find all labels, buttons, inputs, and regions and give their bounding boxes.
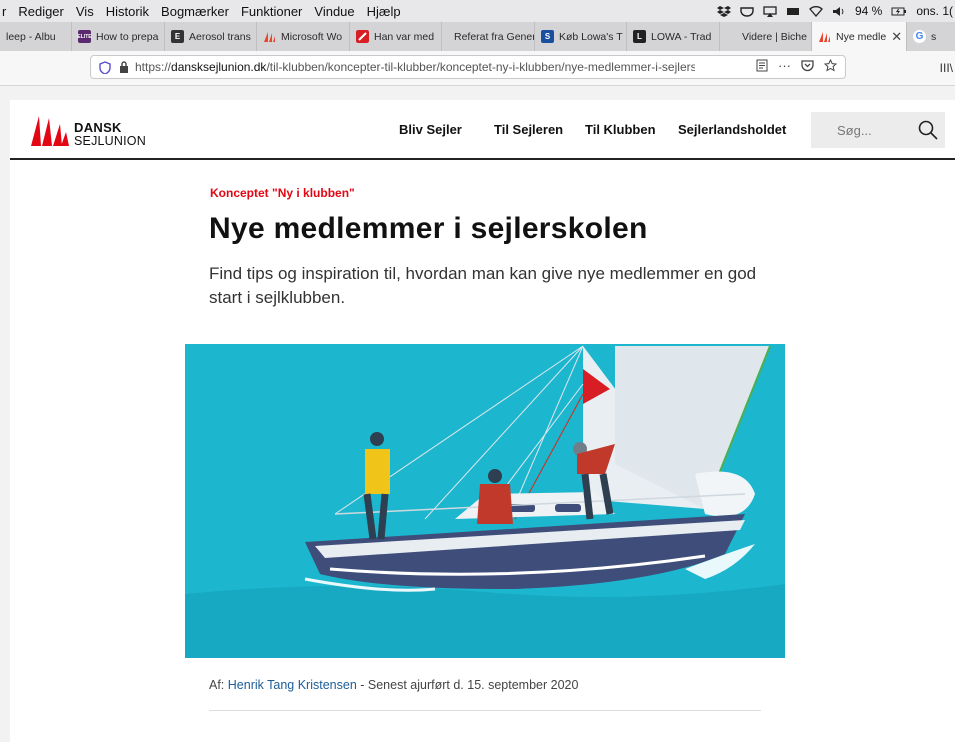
tab-label: LOWA - Trad (651, 30, 712, 43)
pocket-save-icon[interactable] (801, 59, 814, 72)
browser-tab[interactable]: S Køb Lowa's T (535, 22, 627, 51)
nav-til-sejleren[interactable]: Til Sejleren (494, 100, 563, 158)
display-icon[interactable] (786, 6, 800, 17)
article-kicker[interactable]: Konceptet "Ny i klubben" (210, 186, 355, 200)
close-tab-icon[interactable]: ✕ (891, 29, 902, 45)
volume-icon[interactable] (832, 6, 846, 17)
article-byline: Af: Henrik Tang Kristensen - Senest ajur… (209, 678, 578, 692)
tab-label: Aerosol trans (189, 30, 251, 43)
browser-tab[interactable]: Referat fra Gener (442, 22, 535, 51)
logo-line1: DANSK (74, 120, 122, 135)
divider (209, 710, 761, 711)
battery-icon[interactable] (891, 6, 907, 17)
google-favicon-icon: G (913, 30, 926, 43)
nav-sejlerlandsholdet[interactable]: Sejlerlandsholdet (678, 100, 786, 158)
clock[interactable]: ons. 1( (916, 4, 953, 18)
tab-label: Nye medle (836, 30, 887, 43)
menu-item-view[interactable]: Vis (76, 4, 94, 19)
airplay-icon[interactable] (763, 5, 777, 17)
site-search-input[interactable]: Søg... (811, 112, 945, 148)
article: Konceptet "Ny i klubben" Nye medlemmer i… (10, 160, 955, 742)
bookmark-star-icon[interactable] (824, 59, 837, 72)
menu-item-app[interactable]: r (2, 4, 6, 19)
hero-sailboat-image (185, 344, 785, 658)
pocket-icon[interactable] (740, 6, 754, 17)
tab-label: How to prepa (96, 30, 159, 43)
elite-favicon-icon: ELITE (77, 30, 92, 43)
page-actions-icon[interactable]: ··· (778, 58, 791, 73)
site-header: DANSK SEJLUNION Bliv Sejler Til Sejleren… (10, 100, 955, 160)
sails-logo-icon (31, 116, 69, 146)
menu-item-history[interactable]: Historik (106, 4, 149, 19)
s-favicon-icon: S (541, 30, 554, 43)
battery-percent: 94 % (854, 4, 883, 18)
menu-item-window[interactable]: Vindue (314, 4, 354, 19)
browser-tab[interactable]: G s (907, 22, 949, 51)
nav-til-klubben[interactable]: Til Klubben (585, 100, 656, 158)
article-lede: Find tips og inspiration til, hvordan ma… (209, 264, 757, 307)
menu-item-bookmarks[interactable]: Bogmærker (161, 4, 229, 19)
library-icon[interactable]: III\ (940, 61, 953, 75)
page-title: Nye medlemmer i sejlerskolen (209, 212, 648, 245)
lock-icon[interactable] (119, 61, 129, 73)
search-placeholder: Søg... (837, 122, 872, 138)
menu-item-help[interactable]: Hjælp (367, 4, 401, 19)
os-menu-bar: r Rediger Vis Historik Bogmærker Funktio… (0, 0, 955, 22)
url-domain: dansksejlunion.dk (171, 60, 267, 74)
tab-label: Han var med (374, 30, 435, 43)
l-favicon-icon: L (633, 30, 646, 43)
tab-label: Microsoft Wo (281, 30, 343, 43)
address-bar-actions: ··· (756, 58, 837, 73)
shield-icon[interactable] (99, 60, 111, 74)
byline-prefix: Af: (209, 678, 228, 692)
menu-item-tools[interactable]: Funktioner (241, 4, 302, 19)
status-tray: 94 % ons. 1( (716, 0, 955, 22)
browser-tab[interactable]: Han var med (350, 22, 442, 51)
logo-line2: SEJLUNION (74, 134, 146, 148)
address-bar[interactable]: https://dansksejlunion.dk/til-klubben/ko… (90, 55, 846, 79)
tab-label: leep - Albu (6, 30, 56, 43)
browser-tab[interactable]: E Aerosol trans (165, 22, 257, 51)
sails-favicon-icon (264, 32, 275, 42)
browser-tab-active[interactable]: Nye medle ✕ (812, 22, 907, 51)
wifi-icon[interactable] (809, 5, 823, 17)
url-path: /til-klubben/koncepter-til-klubber/konce… (266, 60, 695, 74)
search-icon[interactable] (917, 119, 939, 141)
browser-tab[interactable]: Videre | Biche (720, 22, 812, 51)
menu-item-edit[interactable]: Rediger (18, 4, 64, 19)
browser-tab[interactable]: L LOWA - Trad (627, 22, 720, 51)
tab-label: Videre | Biche (742, 30, 807, 43)
browser-tab-strip: leep - Albu ELITE How to prepa E Aerosol… (0, 22, 955, 52)
tab-label: Referat fra Gener (454, 30, 535, 43)
browser-toolbar: https://dansksejlunion.dk/til-klubben/ko… (0, 51, 955, 86)
sails-favicon-icon (819, 32, 830, 42)
e-favicon-icon: E (171, 30, 184, 43)
reader-view-icon[interactable] (756, 59, 768, 72)
byline-date: - Senest ajurført d. 15. september 2020 (356, 678, 579, 692)
tab-label: Køb Lowa's T (559, 30, 623, 43)
url-prefix: https:// (135, 60, 172, 74)
browser-tab[interactable]: leep - Albu (0, 22, 72, 51)
dropbox-icon[interactable] (716, 5, 731, 17)
url-text[interactable]: https://dansksejlunion.dk/til-klubben/ko… (135, 60, 695, 74)
browser-tab[interactable]: Microsoft Wo (257, 22, 350, 51)
author-link[interactable]: Henrik Tang Kristensen (228, 678, 357, 692)
site-logo[interactable]: DANSK SEJLUNION (30, 110, 170, 150)
red-square-favicon-icon (356, 30, 369, 43)
browser-tab[interactable]: ELITE How to prepa (72, 22, 165, 51)
tab-label: s (931, 30, 937, 43)
nav-bliv-sejler[interactable]: Bliv Sejler (399, 100, 462, 158)
